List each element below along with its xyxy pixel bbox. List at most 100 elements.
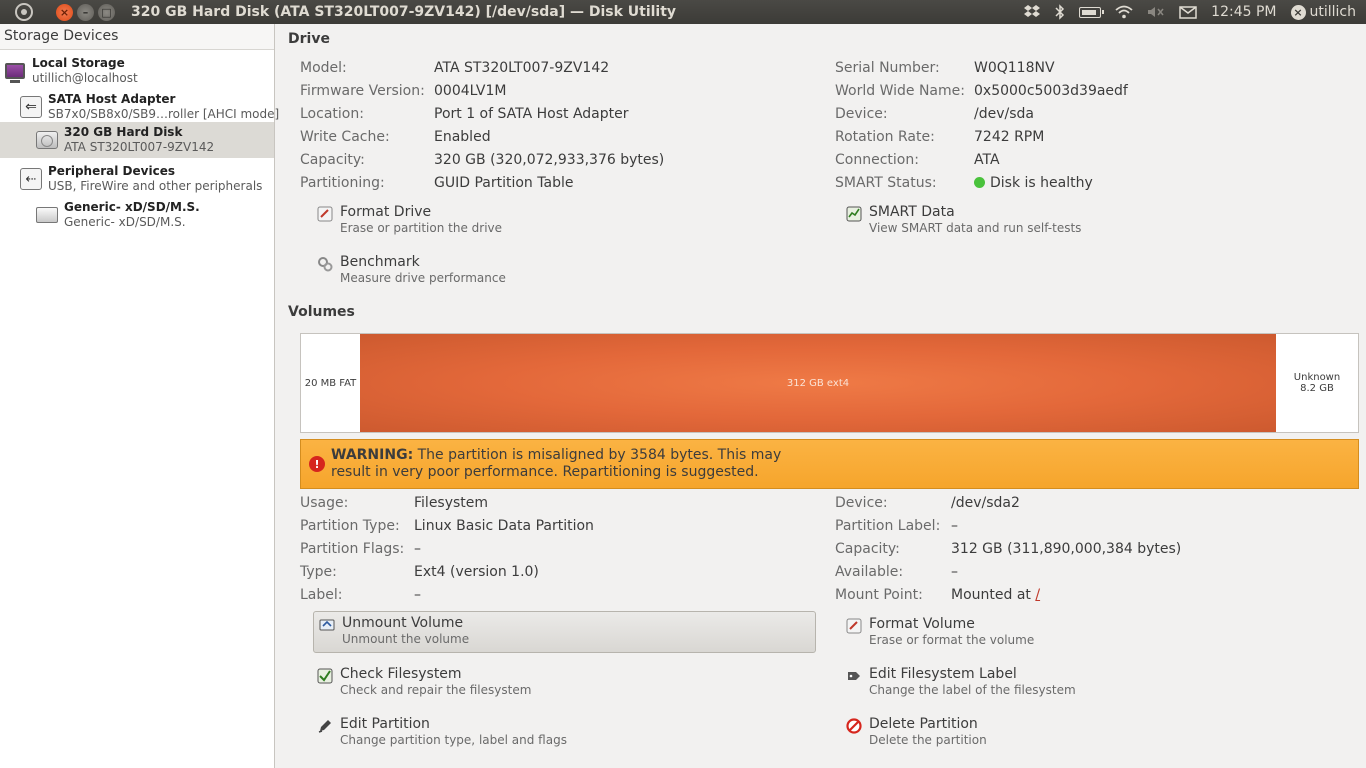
smart-data-button[interactable]: SMART Data View SMART data and run self-… [845,204,1145,236]
action-label: Benchmark [340,254,420,270]
mail-icon[interactable] [1179,5,1197,19]
warning-label: WARNING: [331,447,414,463]
kv-value: Mounted at [951,587,1036,603]
action-label: SMART Data [869,204,955,220]
kv-value: 0004LV1M [434,83,507,99]
mount-point-link[interactable]: / [1035,587,1040,603]
kv-key: Usage: [300,495,349,511]
card-reader-icon [36,204,58,226]
kv-key: Label: [300,587,343,603]
maximize-button[interactable]: □ [98,3,115,21]
status-ok-icon [974,177,985,188]
check-filesystem-button[interactable]: Check Filesystem Check and repair the fi… [316,666,616,698]
storage-devices-sidebar: Storage Devices Local Storage utillich@l… [0,24,279,768]
kv-value: 320 GB (320,072,933,376 bytes) [434,152,665,168]
kv-key: Location: [300,106,364,122]
kv-value: Port 1 of SATA Host Adapter [434,106,629,122]
kv-value: ATA ST320LT007-9ZV142 [434,60,610,76]
partition-fat-segment[interactable]: 20 MB FAT [301,334,360,432]
kv-key: Serial Number: [835,60,940,76]
computer-icon [4,60,26,83]
volumes-section-title: Volumes [288,304,355,320]
kv-key: Connection: [835,152,919,168]
volume-label: Label: – [300,587,421,603]
misalignment-warning: ! WARNING: The partition is misaligned b… [300,439,1359,489]
user-menu[interactable]: × utillich [1290,4,1357,20]
sidebar-item-sata-host-adapter[interactable]: ⇐ SATA Host Adapter SB7x0/SB8x0/SB9…roll… [20,89,279,125]
kv-key: Model: [300,60,347,76]
benchmark-button[interactable]: Benchmark Measure drive performance [316,254,616,286]
segment-size: 8.2 GB [1300,383,1334,394]
action-description: Measure drive performance [340,271,506,285]
warning-message: WARNING: The partition is misaligned by … [331,447,811,481]
ubuntu-logo-icon[interactable] [12,0,36,24]
action-label: Edit Partition [340,716,430,732]
window-title: 320 GB Hard Disk (ATA ST320LT007-9ZV142)… [131,4,677,20]
indicator-area: 12:45 PM × utillich [1023,0,1356,24]
drive-partitioning: Partitioning: GUID Partition Table [300,175,573,191]
hard-disk-icon [36,129,58,151]
clock[interactable]: 12:45 PM [1211,4,1276,20]
drive-device: Device: /dev/sda [835,106,1034,122]
sidebar-item-subtitle: ATA ST320LT007-9ZV142 [64,140,215,154]
battery-icon[interactable] [1079,6,1105,18]
close-button[interactable]: × [56,3,73,21]
format-volume-button[interactable]: Format Volume Erase or format the volume [845,616,1145,648]
segment-label: Unknown [1293,372,1341,383]
kv-value: Filesystem [414,495,489,511]
sidebar-item-card-reader[interactable]: Generic- xD/SD/M.S. Generic- xD/SD/M.S. [36,197,274,233]
action-label: Format Volume [869,616,975,632]
action-label: Unmount Volume [342,615,464,631]
volume-partition-type: Partition Type: Linux Basic Data Partitio… [300,518,594,534]
kv-key: Rotation Rate: [835,129,935,145]
volume-type: Type: Ext4 (version 1.0) [300,564,539,580]
kv-value: Disk is healthy [990,175,1093,191]
wifi-icon[interactable] [1115,5,1133,19]
drive-wwn: World Wide Name: 0x5000c5003d39aedf [835,83,1128,99]
kv-value: – [951,518,958,534]
check-icon [316,667,334,685]
adapter-icon: ⇐ [20,96,42,118]
kv-value: Linux Basic Data Partition [414,518,594,534]
sidebar-item-title: 320 GB Hard Disk [64,125,183,139]
partition-unknown-segment[interactable]: Unknown 8.2 GB [1276,334,1358,432]
dropbox-icon[interactable] [1023,4,1041,20]
kv-value: – [951,564,958,580]
volume-map: 20 MB FAT 312 GB ext4 Unknown 8.2 GB [300,333,1359,433]
kv-value: GUID Partition Table [434,175,574,191]
kv-key: Partition Label: [835,518,941,534]
sidebar-item-subtitle: USB, FireWire and other peripherals [48,179,263,193]
sidebar-item-title: SATA Host Adapter [48,92,176,106]
delete-partition-button[interactable]: Delete Partition Delete the partition [845,716,1145,748]
action-description: Erase or format the volume [869,633,1035,647]
kv-key: Firmware Version: [300,83,425,99]
action-label: Check Filesystem [340,666,462,682]
volume-device: Device: /dev/sda2 [835,495,1020,511]
edit-filesystem-label-button[interactable]: Edit Filesystem Label Change the label o… [845,666,1145,698]
user-name: utillich [1309,4,1357,20]
partition-ext4-segment[interactable]: 312 GB ext4 [360,334,1276,432]
sidebar-item-title: Local Storage [32,56,125,70]
sidebar-item-local-storage[interactable]: Local Storage utillich@localhost [4,53,274,89]
action-description: Unmount the volume [342,632,470,646]
kv-key: World Wide Name: [835,83,965,99]
sidebar-item-hard-disk[interactable]: 320 GB Hard Disk ATA ST320LT007-9ZV142 [0,122,274,158]
window-controls: × – □ [56,3,115,21]
edit-partition-button[interactable]: Edit Partition Change partition type, la… [316,716,616,748]
unmount-volume-button[interactable]: Unmount Volume Unmount the volume [313,611,816,653]
benchmark-icon [316,255,334,273]
drive-model: Model: ATA ST320LT007-9ZV142 [300,60,609,76]
kv-value: Ext4 (version 1.0) [414,564,539,580]
kv-value: – [414,541,421,557]
minimize-button[interactable]: – [77,3,94,21]
volume-available: Available: – [835,564,958,580]
bluetooth-icon[interactable] [1055,4,1065,20]
format-drive-button[interactable]: Format Drive Erase or partition the driv… [316,204,616,236]
sidebar-item-title: Generic- xD/SD/M.S. [64,200,200,214]
error-icon: ! [309,456,325,472]
action-description: View SMART data and run self-tests [869,221,1082,235]
sidebar-item-peripheral-devices[interactable]: ⇠ Peripheral Devices USB, FireWire and o… [20,161,274,197]
volume-muted-icon[interactable] [1147,5,1165,19]
kv-value: 312 GB (311,890,000,384 bytes) [951,541,1182,557]
drive-smart-status: SMART Status: Disk is healthy [835,175,1093,191]
